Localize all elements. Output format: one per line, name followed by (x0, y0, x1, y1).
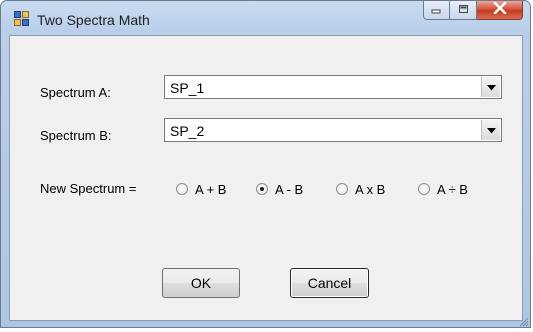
radio-divide-label: A ÷ B (437, 181, 468, 197)
radio-circle[interactable] (418, 183, 430, 195)
radio-subtract-label: A - B (275, 181, 304, 197)
dialog-window: Two Spectra Math (0, 0, 531, 328)
spectrum-b-value: SP_2 (170, 123, 205, 139)
chevron-down-icon (486, 121, 496, 139)
spectrum-a-dropdown-button[interactable] (481, 77, 500, 97)
spectrum-a-label: Spectrum A: (40, 85, 111, 100)
spectrum-b-label: Spectrum B: (40, 128, 112, 143)
new-spectrum-label: New Spectrum = (40, 181, 137, 196)
chevron-down-icon (486, 78, 496, 96)
maximize-icon (458, 1, 469, 19)
radio-divide[interactable]: A ÷ B (418, 181, 468, 197)
app-window-icon (14, 11, 30, 27)
radio-multiply[interactable]: A x B (336, 181, 385, 197)
resize-grip-icon[interactable] (517, 314, 529, 327)
maximize-button[interactable] (450, 1, 477, 20)
ok-button[interactable]: OK (162, 268, 240, 298)
title-bar[interactable]: Two Spectra Math (1, 1, 530, 35)
cancel-button[interactable]: Cancel (290, 268, 369, 298)
spectrum-a-select[interactable]: SP_1 (164, 75, 502, 99)
radio-add[interactable]: A + B (176, 181, 226, 197)
close-icon (493, 1, 507, 19)
radio-circle[interactable] (176, 183, 188, 195)
radio-multiply-label: A x B (355, 181, 386, 197)
close-button[interactable] (477, 1, 523, 20)
caption-buttons (423, 1, 523, 21)
radio-add-label: A + B (195, 181, 227, 197)
radio-selected-dot (260, 187, 264, 191)
radio-circle[interactable] (336, 183, 348, 195)
spectrum-a-value: SP_1 (170, 80, 205, 96)
minimize-icon (431, 1, 442, 19)
window-title: Two Spectra Math (37, 12, 150, 28)
minimize-button[interactable] (423, 1, 450, 20)
radio-circle[interactable] (256, 183, 268, 195)
radio-subtract[interactable]: A - B (256, 181, 303, 197)
spectrum-b-dropdown-button[interactable] (481, 120, 500, 140)
spectrum-b-select[interactable]: SP_2 (164, 118, 502, 142)
